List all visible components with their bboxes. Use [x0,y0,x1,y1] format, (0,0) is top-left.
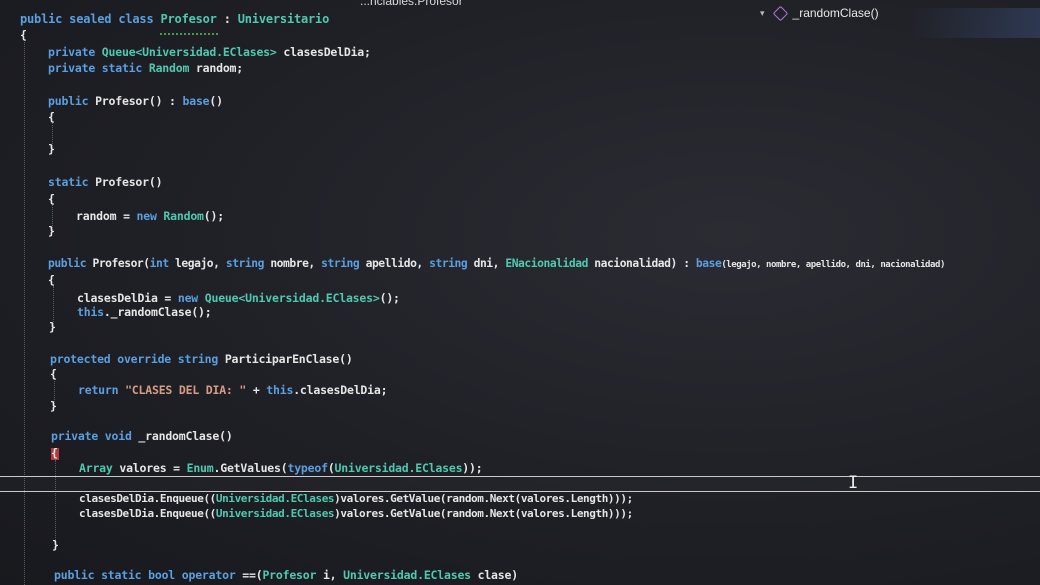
code-line-11: } [48,224,55,238]
code-line-23: Array valores = Enum.GetValues(typeof(Un… [79,461,483,475]
code-line-27: public static bool operator ==(Profesor … [54,568,518,582]
code-line-15: this._randomClase(); [77,305,212,319]
indent-guide [24,40,25,585]
code-line-21: private void _randomClase() [51,429,233,443]
code-line-16: } [49,320,56,334]
code-line-4: private static Random random; [48,61,243,75]
code-line-3: private Queue<Universidad.EClases> clase… [48,45,371,59]
code-line-13: { [48,273,55,287]
code-editor[interactable]: I public sealed class Profesor : Univers… [0,0,1040,585]
code-line-1: public sealed class Profesor : Universit… [20,12,330,26]
code-line-18: { [50,367,57,381]
code-line-6: { [48,110,55,124]
code-line-7: } [48,142,55,156]
code-line-2: { [20,28,27,42]
code-line-17: protected override string ParticiparEnCl… [50,352,353,366]
code-line-12: public Profesor(int legajo, string nombr… [48,257,945,270]
code-line-22: { [51,446,58,460]
code-line-9: { [48,192,55,206]
code-line-14: clasesDelDia = new Queue<Universidad.ECl… [77,291,400,305]
current-line-highlight [0,476,1040,492]
code-line-26: } [52,538,59,552]
code-line-20: } [50,399,57,413]
code-line-5: public Profesor() : base() [48,94,223,108]
code-line-19: return "CLASES DEL DIA: " + this.clasesD… [78,383,388,397]
code-line-8: static Profesor() [48,175,163,189]
code-line-10: random = new Random(); [76,209,224,223]
text-cursor-icon: I [848,473,859,493]
indent-guide [55,460,56,548]
code-line-25: clasesDelDia.Enqueue((Universidad.EClase… [79,507,633,520]
code-line-24: clasesDelDia.Enqueue((Universidad.EClase… [79,492,633,505]
warning-squiggle [160,30,218,35]
